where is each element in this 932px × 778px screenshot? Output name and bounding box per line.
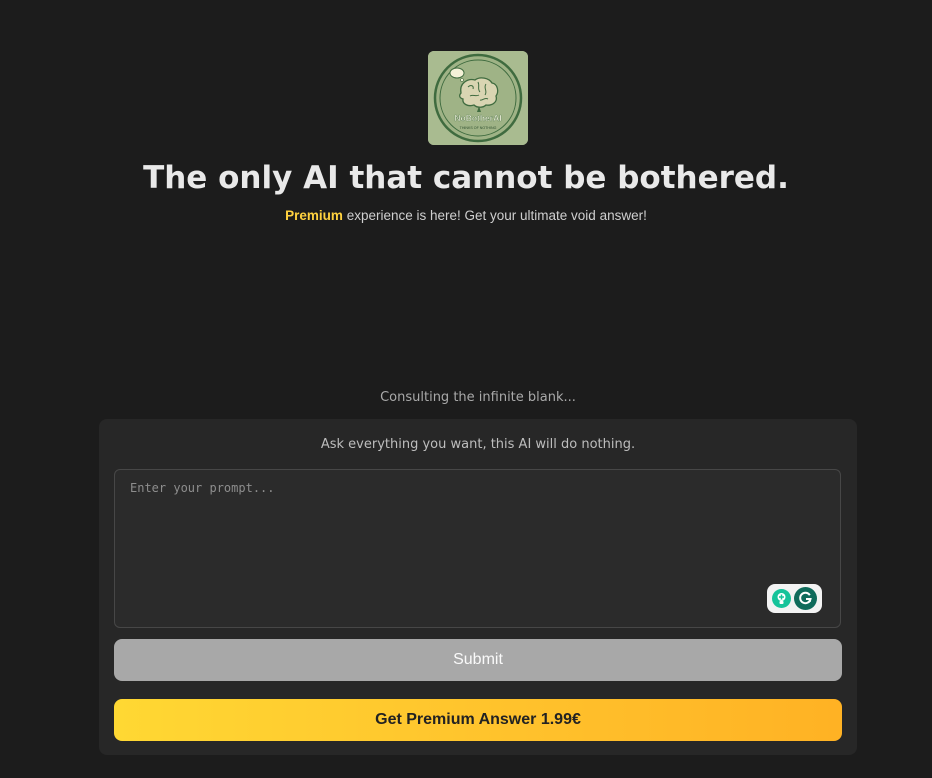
premium-answer-button[interactable]: Get Premium Answer 1.99€ bbox=[114, 699, 842, 741]
grammarly-icon[interactable] bbox=[794, 587, 818, 610]
lightbulb-icon[interactable] bbox=[771, 589, 791, 608]
svg-text:NoBotherAI: NoBotherAI bbox=[454, 113, 501, 123]
page-subtitle: Premium experience is here! Get your ult… bbox=[0, 208, 932, 223]
status-text: Consulting the infinite blank... bbox=[380, 390, 576, 405]
subtitle-text: experience is here! Get your ultimate vo… bbox=[342, 208, 647, 223]
page-title: The only AI that cannot be bothered. bbox=[143, 160, 789, 196]
brain-icon: NoBotherAI THINKS OF NOTHING bbox=[428, 51, 528, 145]
logo: NoBotherAI THINKS OF NOTHING bbox=[428, 51, 528, 145]
prompt-input[interactable] bbox=[114, 469, 841, 628]
prompt-card: Ask everything you want, this AI will do… bbox=[99, 419, 857, 755]
premium-highlight: Premium bbox=[285, 208, 343, 223]
svg-text:THINKS OF NOTHING: THINKS OF NOTHING bbox=[460, 126, 497, 130]
submit-button[interactable]: Submit bbox=[114, 639, 842, 681]
grammarly-widget[interactable] bbox=[767, 584, 822, 613]
card-hint: Ask everything you want, this AI will do… bbox=[320, 437, 636, 452]
